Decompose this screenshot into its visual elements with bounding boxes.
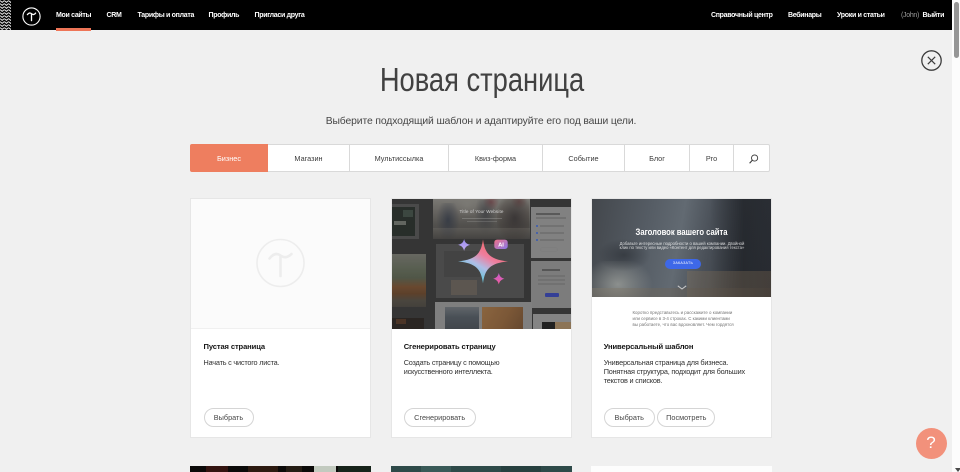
- svg-text:AI: AI: [498, 242, 504, 248]
